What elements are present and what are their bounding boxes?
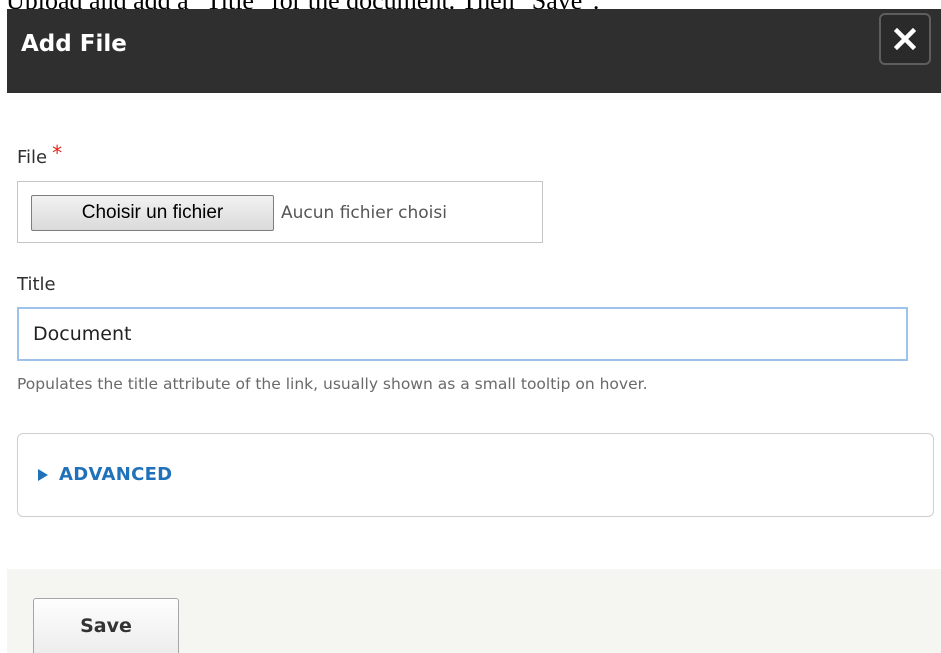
close-button[interactable] xyxy=(879,13,931,65)
required-marker: * xyxy=(52,141,63,165)
save-button[interactable]: Save xyxy=(33,598,179,653)
choose-file-button[interactable]: Choisir un fichier xyxy=(31,195,274,231)
dialog-title: Add File xyxy=(21,31,127,57)
file-upload-field: Choisir un fichier Aucun fichier choisi xyxy=(17,181,543,243)
dialog-header: Add File xyxy=(7,9,941,93)
advanced-section: ADVANCED xyxy=(17,433,934,517)
triangle-right-icon xyxy=(38,469,48,481)
title-help-text: Populates the title attribute of the lin… xyxy=(17,375,648,393)
title-label: Title xyxy=(17,274,56,295)
close-icon xyxy=(894,28,916,50)
title-input[interactable] xyxy=(17,307,908,361)
file-label-text: File xyxy=(17,147,48,168)
advanced-toggle[interactable]: ADVANCED xyxy=(38,464,172,486)
advanced-label: ADVANCED xyxy=(59,464,173,485)
file-label: File * xyxy=(17,142,62,169)
screenshot: Upload and add a "Title" for the documen… xyxy=(0,0,941,653)
file-status-text: Aucun fichier choisi xyxy=(281,203,447,223)
dialog-footer: Save xyxy=(7,569,941,653)
